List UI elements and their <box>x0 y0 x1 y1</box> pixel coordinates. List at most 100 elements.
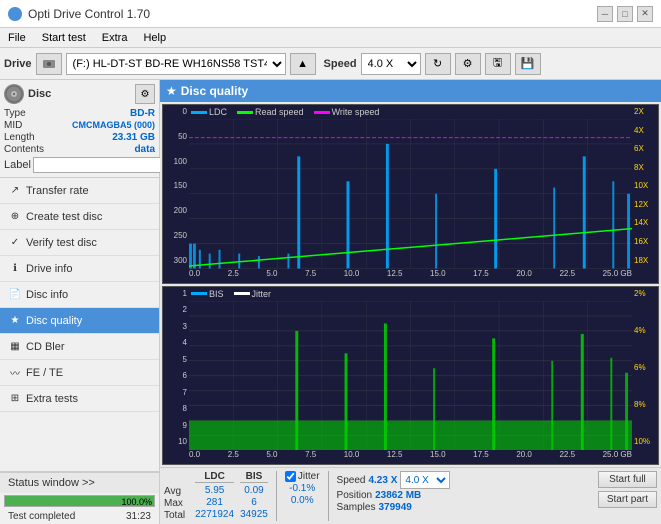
app-title: Opti Drive Control 1.70 <box>28 7 150 21</box>
bis-max: 6 <box>240 497 268 508</box>
speed-label: Speed <box>324 58 357 70</box>
settings-btn1[interactable]: ⚙ <box>455 53 481 75</box>
app-icon <box>8 7 22 21</box>
fe-te-icon: 〰 <box>8 366 22 380</box>
extra-tests-icon: ⊞ <box>8 392 22 406</box>
eject-btn[interactable]: ▲ <box>290 53 316 75</box>
disc-label-row: Label 🔍 <box>4 157 155 173</box>
chart2-y-left: 10987654321 <box>163 287 189 449</box>
position-row: Position 23862 MB <box>337 490 451 501</box>
disc-quality-header-icon: ★ <box>166 84 177 98</box>
start-part-button[interactable]: Start part <box>598 491 657 508</box>
status-progress-bar: 100.0% <box>4 495 155 507</box>
disc-contents-row: Contents data <box>4 144 155 155</box>
status-completed-text: Test completed <box>4 510 79 523</box>
disc-quality-header: ★ Disc quality <box>160 80 661 102</box>
speed-row: Speed 4.23 X 4.0 X <box>337 471 451 489</box>
nav-disc-info[interactable]: 📄 Disc info <box>0 282 159 308</box>
menu-start-test[interactable]: Start test <box>38 32 90 44</box>
stats-labels-col: Avg Max Total <box>164 471 189 521</box>
menu-help[interactable]: Help <box>139 32 170 44</box>
save-btn[interactable]: 💾 <box>515 53 541 75</box>
settings-btn2[interactable]: 🖫 <box>485 53 511 75</box>
nav-drive-info[interactable]: ℹ Drive info <box>0 256 159 282</box>
nav-transfer-rate[interactable]: ↗ Transfer rate <box>0 178 159 204</box>
jitter-max: 0.0% <box>285 495 320 506</box>
sidebar: Disc ⚙ Type BD-R MID CMCMAGBA5 (000) Len… <box>0 80 160 524</box>
bis-total: 34925 <box>240 509 268 520</box>
disc-icon <box>4 84 24 104</box>
nav-cd-bler[interactable]: ▦ CD Bler <box>0 334 159 360</box>
chart2-svg <box>189 301 632 451</box>
stats-panel: Avg Max Total LDC 5.95 281 2271924 BIS 0… <box>160 467 661 524</box>
speed-select-stats[interactable]: 4.0 X <box>400 471 450 489</box>
maximize-button[interactable]: □ <box>617 6 633 22</box>
nav-items: ↗ Transfer rate ⊕ Create test disc ✓ Ver… <box>0 178 159 412</box>
avg-label: Avg <box>164 486 189 497</box>
drive-icon-btn[interactable] <box>36 53 62 75</box>
speed-select[interactable]: 4.0 X <box>361 53 421 75</box>
nav-disc-quality[interactable]: ★ Disc quality <box>0 308 159 334</box>
ldc-avg: 5.95 <box>195 485 234 496</box>
bis-col: BIS 0.09 6 34925 <box>240 471 268 520</box>
disc-quality-title: Disc quality <box>181 84 248 98</box>
transfer-rate-icon: ↗ <box>8 184 22 198</box>
close-button[interactable]: ✕ <box>637 6 653 22</box>
drive-select[interactable]: (F:) HL-DT-ST BD-RE WH16NS58 TST4 <box>66 53 286 75</box>
chart1-y-right: 18X16X14X12X10X8X6X4X2X <box>632 105 658 267</box>
disc-info-icon: 📄 <box>8 288 22 302</box>
drive-label: Drive <box>4 58 32 70</box>
disc-length-row: Length 23.31 GB <box>4 132 155 143</box>
status-progress-text: 100.0% <box>121 496 152 508</box>
main-layout: Disc ⚙ Type BD-R MID CMCMAGBA5 (000) Len… <box>0 80 661 524</box>
nav-create-test-disc[interactable]: ⊕ Create test disc <box>0 204 159 230</box>
menu-bar: File Start test Extra Help <box>0 28 661 48</box>
jitter-legend: Jitter <box>234 289 272 299</box>
menu-file[interactable]: File <box>4 32 30 44</box>
drive-bar: Drive (F:) HL-DT-ST BD-RE WH16NS58 TST4 … <box>0 48 661 80</box>
chart1-legend: LDC Read speed Write speed <box>191 107 379 117</box>
ldc-legend: LDC <box>191 107 227 117</box>
disc-section-title: Disc <box>28 88 51 100</box>
start-full-button[interactable]: Start full <box>598 471 657 488</box>
chart1-x-labels: 0.02.55.07.510.012.515.017.520.022.525.0… <box>189 269 632 283</box>
samples-row: Samples 379949 <box>337 502 451 513</box>
title-bar: Opti Drive Control 1.70 ─ □ ✕ <box>0 0 661 28</box>
disc-mid-row: MID CMCMAGBA5 (000) <box>4 120 155 131</box>
drive-info-icon: ℹ <box>8 262 22 276</box>
nav-extra-tests[interactable]: ⊞ Extra tests <box>0 386 159 412</box>
ldc-max: 281 <box>195 497 234 508</box>
status-time: 31:23 <box>122 510 155 523</box>
charts-container: LDC Read speed Write speed 3002502001501… <box>160 102 661 467</box>
ldc-header: LDC <box>195 471 234 483</box>
disc-label-input[interactable] <box>33 157 167 173</box>
disc-quality-icon: ★ <box>8 314 22 328</box>
nav-fe-te[interactable]: 〰 FE / TE <box>0 360 159 386</box>
read-speed-legend: Read speed <box>237 107 304 117</box>
ldc-col: LDC 5.95 281 2271924 <box>195 471 234 520</box>
action-buttons: Start full Start part <box>598 471 657 508</box>
cd-bler-icon: ▦ <box>8 340 22 354</box>
ldc-total: 2271924 <box>195 509 234 520</box>
chart2-y-right: 10%8%6%4%2% <box>632 287 658 449</box>
bis-header: BIS <box>240 471 268 483</box>
refresh-btn[interactable]: ↻ <box>425 53 451 75</box>
jitter-col: Jitter -0.1% 0.0% <box>285 471 320 507</box>
disc-section: Disc ⚙ Type BD-R MID CMCMAGBA5 (000) Len… <box>0 80 159 178</box>
max-label: Max <box>164 498 189 509</box>
chart1-y-left: 300250200150100500 <box>163 105 189 267</box>
status-window-button[interactable]: Status window >> <box>0 472 159 493</box>
jitter-check[interactable] <box>285 471 296 482</box>
jitter-avg: -0.1% <box>285 483 320 494</box>
bis-avg: 0.09 <box>240 485 268 496</box>
minimize-button[interactable]: ─ <box>597 6 613 22</box>
disc-type-row: Type BD-R <box>4 108 155 119</box>
chart2-legend: BIS Jitter <box>191 289 271 299</box>
disc-header: Disc ⚙ <box>4 84 155 104</box>
jitter-checkbox[interactable]: Jitter <box>285 471 320 482</box>
total-label: Total <box>164 510 189 521</box>
chart1-svg <box>189 119 632 269</box>
menu-extra[interactable]: Extra <box>98 32 132 44</box>
disc-settings-btn[interactable]: ⚙ <box>135 84 155 104</box>
nav-verify-test-disc[interactable]: ✓ Verify test disc <box>0 230 159 256</box>
